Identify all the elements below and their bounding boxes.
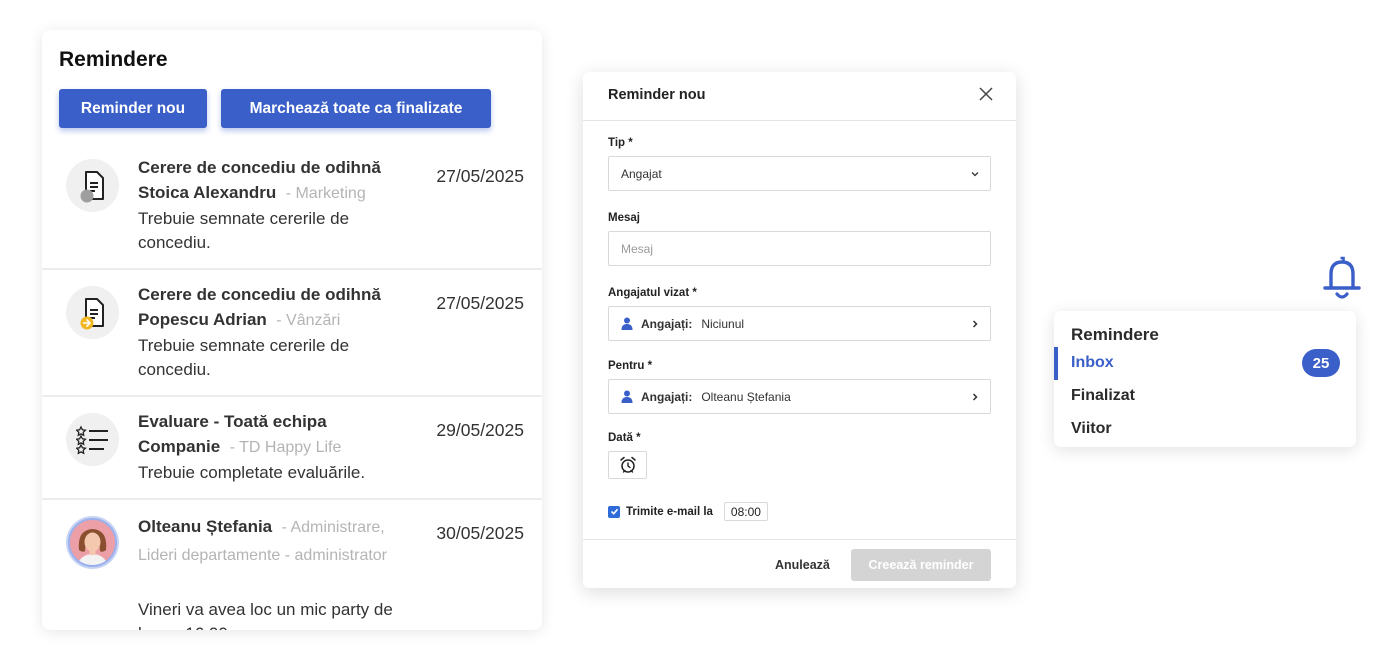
for-key: Angajați: (641, 389, 693, 404)
dropdown-title: Remindere (1071, 325, 1159, 344)
modal-title: Reminder nou (608, 87, 706, 103)
reminder-message-cont: concediu. (138, 233, 211, 252)
new-reminder-button[interactable]: Reminder nou (59, 89, 207, 128)
target-value: Niciunul (701, 316, 745, 331)
document-grey-dot-icon (66, 159, 119, 212)
inbox-count-badge: 25 (1302, 349, 1340, 377)
user-icon (621, 317, 633, 330)
reminder-person: Olteanu Ștefania (138, 517, 273, 536)
reminder-message-cont: concediu. (138, 360, 211, 379)
chevron-down-icon (971, 172, 979, 177)
bell-icon[interactable] (1322, 255, 1362, 301)
reminder-person: Companie (138, 437, 221, 456)
alarm-clock-icon (619, 456, 636, 473)
reminder-title: Evaluare - Toată echipa (138, 412, 327, 431)
user-icon (621, 390, 633, 403)
avatar (66, 516, 119, 569)
reminder-message-block: Vineri va avea loc un mic party de la or… (138, 598, 438, 630)
create-reminder-button[interactable]: Creează reminder (851, 549, 991, 581)
for-value: Olteanu Ștefania (701, 389, 791, 404)
panel-title: Remindere (59, 48, 168, 71)
header-divider (583, 120, 1016, 121)
for-employee-picker[interactable]: Angajați: Olteanu Ștefania (608, 379, 991, 414)
for-label: Pentru * (608, 360, 653, 372)
send-email-label: Trimite e-mail la (626, 505, 713, 518)
message-input[interactable]: Mesaj (608, 231, 991, 266)
chevron-right-icon (972, 393, 978, 401)
reminder-department: - Marketing (285, 185, 366, 202)
target-employee-label: Angajatul vizat * (608, 287, 697, 299)
menu-item-viitor[interactable]: Viitor (1071, 420, 1112, 438)
reminder-person: Stoica Alexandru (138, 183, 277, 202)
reminder-department: - TD Happy Life (229, 439, 342, 456)
target-employee-picker[interactable]: Angajați: Niciunul (608, 306, 991, 341)
email-time-input[interactable]: 08:00 (723, 502, 768, 521)
type-label: Tip * (608, 137, 633, 149)
message-placeholder: Mesaj (621, 241, 654, 256)
footer-divider (583, 539, 1016, 540)
reminder-item[interactable]: Evaluare - Toată echipa Companie - TD Ha… (42, 397, 542, 500)
type-select[interactable]: Angajat (608, 156, 991, 191)
date-picker-button[interactable] (608, 451, 647, 479)
reminder-person: Popescu Adrian (138, 310, 267, 329)
reminders-panel: Remindere Reminder nou Marchează toate c… (42, 30, 542, 630)
chevron-right-icon (972, 320, 978, 328)
reminder-message-cont: la ora 16:00. (138, 622, 438, 630)
document-arrow-icon (66, 286, 119, 339)
checkmark-icon (610, 508, 618, 515)
star-list-icon (66, 413, 119, 466)
target-key: Angajați: (641, 316, 693, 331)
reminder-department: - Vânzări (276, 312, 341, 329)
reminder-message: Trebuie semnate cererile de (138, 336, 350, 355)
date-label: Dată * (608, 432, 641, 444)
message-label: Mesaj (608, 212, 640, 224)
reminder-message: Trebuie completate evaluările. (138, 463, 366, 482)
type-select-value: Angajat (621, 166, 662, 181)
reminder-title: Cerere de concediu de odihnă (138, 158, 381, 177)
reminder-date: 30/05/2025 (436, 523, 524, 543)
reminder-date: 27/05/2025 (436, 293, 524, 313)
reminder-item[interactable]: Cerere de concediu de odihnă Stoica Alex… (42, 144, 542, 270)
reminder-date: 29/05/2025 (436, 420, 524, 440)
menu-item-finalizat[interactable]: Finalizat (1071, 387, 1135, 405)
notifications-dropdown: Remindere Inbox 25 Finalizat Viitor (1054, 311, 1356, 447)
reminder-message: Vineri va avea loc un mic party de (138, 600, 393, 619)
close-icon[interactable] (978, 86, 994, 102)
mark-all-done-button[interactable]: Marchează toate ca finalizate (221, 89, 491, 128)
active-indicator (1054, 347, 1058, 380)
send-email-checkbox[interactable] (608, 505, 620, 518)
menu-item-inbox[interactable]: Inbox (1071, 354, 1114, 372)
send-email-row: Trimite e-mail la 08:00 (608, 502, 768, 521)
cancel-button[interactable]: Anulează (775, 558, 830, 572)
reminder-date: 27/05/2025 (436, 166, 524, 186)
reminder-item[interactable]: Cerere de concediu de odihnă Popescu Adr… (42, 270, 542, 397)
reminder-title: Cerere de concediu de odihnă (138, 285, 381, 304)
new-reminder-modal: Reminder nou Tip * Angajat Mesaj Mesaj A… (583, 72, 1016, 588)
reminder-department: - Administrare, (281, 519, 385, 536)
reminder-department-cont: Lideri departamente - administrator (138, 547, 388, 564)
reminder-message: Trebuie semnate cererile de (138, 209, 350, 228)
